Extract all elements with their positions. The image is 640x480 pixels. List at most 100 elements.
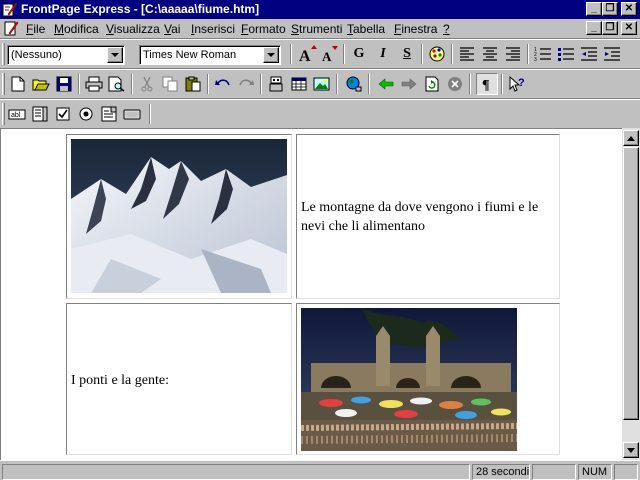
- bold-button[interactable]: G: [348, 43, 370, 65]
- restore-button[interactable]: ❐: [602, 2, 618, 16]
- menu-vai[interactable]: Vai: [164, 22, 180, 36]
- help-pointer-button[interactable]: ?: [506, 73, 528, 95]
- toolbar-separator: [149, 104, 151, 124]
- doc-restore-button[interactable]: ❐: [602, 21, 618, 35]
- align-left-button[interactable]: [456, 43, 478, 65]
- document-icon[interactable]: [3, 20, 19, 36]
- table-cell-bridge-text[interactable]: I ponti e la gente:: [66, 303, 292, 455]
- toolbar-separator: [451, 44, 453, 64]
- save-button[interactable]: [53, 73, 75, 95]
- minimize-button[interactable]: _: [586, 2, 602, 16]
- radio-icon: [79, 107, 93, 121]
- menu-formato[interactable]: Formato: [241, 22, 286, 36]
- menu-help[interactable]: ?: [443, 22, 450, 36]
- increase-indent-button[interactable]: [601, 43, 623, 65]
- checkbox-icon: [56, 107, 70, 121]
- download-time: 28 secondi: [472, 464, 530, 480]
- checkbox-button[interactable]: [52, 103, 74, 125]
- scrolling-textbox-button[interactable]: [29, 103, 51, 125]
- refresh-icon: [425, 76, 439, 92]
- push-button-icon: [123, 109, 141, 120]
- insert-table-button[interactable]: [288, 73, 310, 95]
- font-select[interactable]: Times New Roman: [139, 45, 281, 65]
- copy-button[interactable]: [159, 73, 181, 95]
- status-extra-panel: [614, 464, 638, 480]
- push-button-button[interactable]: [121, 103, 143, 125]
- table-cell-mountains-image[interactable]: [66, 134, 292, 299]
- dropdown-menu-button[interactable]: [98, 103, 120, 125]
- text-color-button[interactable]: [426, 43, 448, 65]
- insert-hyperlink-button[interactable]: [343, 73, 365, 95]
- toolbar-separator: [421, 44, 423, 64]
- open-button[interactable]: [30, 73, 52, 95]
- undo-button[interactable]: [212, 73, 234, 95]
- doc-close-button[interactable]: ✕: [621, 21, 637, 35]
- document-editor[interactable]: Le montagne da dove vengono i fiumi e le…: [0, 128, 622, 460]
- increase-font-size-button[interactable]: A: [296, 43, 318, 65]
- stop-button[interactable]: [444, 73, 466, 95]
- table-cell-mountains-text[interactable]: Le montagne da dove vengono i fiumi e le…: [296, 134, 560, 299]
- status-bar: 28 secondi NUM: [0, 460, 640, 480]
- toolbar-grip[interactable]: [2, 73, 5, 95]
- chevron-down-icon[interactable]: [263, 47, 279, 63]
- redo-button[interactable]: [235, 73, 257, 95]
- paste-button[interactable]: [182, 73, 204, 95]
- one-line-textbox-button[interactable]: abl: [6, 103, 28, 125]
- align-center-button[interactable]: [479, 43, 501, 65]
- toolbar-grip[interactable]: [2, 43, 5, 65]
- chevron-down-icon[interactable]: [107, 47, 123, 63]
- style-select[interactable]: (Nessuno): [7, 45, 125, 65]
- table-cell-bridge-image[interactable]: [296, 303, 560, 455]
- menu-tabella[interactable]: Tabella: [347, 22, 385, 36]
- arrow-left-icon: [378, 78, 394, 90]
- menu-file[interactable]: File: [26, 22, 45, 36]
- decrease-font-size-button[interactable]: A: [318, 43, 340, 65]
- back-button[interactable]: [375, 73, 397, 95]
- radio-button-button[interactable]: [75, 103, 97, 125]
- refresh-button[interactable]: [421, 73, 443, 95]
- scroll-up-button[interactable]: [623, 130, 639, 146]
- print-preview-button[interactable]: [106, 73, 128, 95]
- vertical-scrollbar[interactable]: [622, 128, 640, 460]
- bulleted-list-icon: [558, 48, 574, 61]
- menu-modifica[interactable]: Modifica: [54, 22, 99, 36]
- align-right-button[interactable]: [502, 43, 524, 65]
- menu-inserisci[interactable]: Inserisci: [191, 22, 235, 36]
- cut-button[interactable]: [136, 73, 158, 95]
- numbered-list-button[interactable]: 123: [532, 43, 554, 65]
- mountain-photo[interactable]: [71, 139, 287, 293]
- toolbar-separator: [469, 74, 471, 94]
- toolbar-grip[interactable]: [2, 103, 5, 125]
- close-button[interactable]: ✕: [621, 2, 637, 16]
- insert-image-button[interactable]: [311, 73, 333, 95]
- forward-button[interactable]: [398, 73, 420, 95]
- scroll-thumb[interactable]: [623, 147, 639, 420]
- underline-button[interactable]: S: [396, 43, 418, 65]
- print-button[interactable]: [83, 73, 105, 95]
- toolbar-separator: [290, 44, 292, 64]
- image-icon: [313, 77, 330, 91]
- title-bar[interactable]: FrontPage Express - [C:\aaaaa\fiume.htm]…: [0, 0, 640, 19]
- indent-icon: [604, 47, 620, 61]
- toolbar-separator: [207, 74, 209, 94]
- italic-button[interactable]: I: [372, 43, 394, 65]
- help-cursor-icon: ?: [509, 76, 525, 92]
- toolbar-separator: [343, 44, 345, 64]
- redo-icon: [239, 79, 254, 86]
- menu-strumenti[interactable]: Strumenti: [291, 22, 342, 36]
- bulleted-list-button[interactable]: [555, 43, 577, 65]
- frontpage-app-icon[interactable]: [2, 2, 18, 17]
- scroll-down-button[interactable]: [623, 442, 639, 458]
- bridge-crowd-photo[interactable]: [301, 308, 517, 451]
- svg-text:A: A: [322, 49, 332, 63]
- new-page-button[interactable]: [7, 73, 29, 95]
- menu-visualizza[interactable]: Visualizza: [106, 22, 160, 36]
- doc-minimize-button[interactable]: _: [586, 21, 602, 35]
- decrease-indent-button[interactable]: [578, 43, 600, 65]
- style-select-value: (Nessuno): [11, 49, 62, 61]
- show-paragraph-marks-button[interactable]: ¶: [476, 73, 498, 95]
- insert-webbot-button[interactable]: [265, 73, 287, 95]
- chevron-down-icon: [627, 447, 635, 453]
- new-page-icon: [11, 76, 25, 92]
- menu-finestra[interactable]: Finestra: [394, 22, 437, 36]
